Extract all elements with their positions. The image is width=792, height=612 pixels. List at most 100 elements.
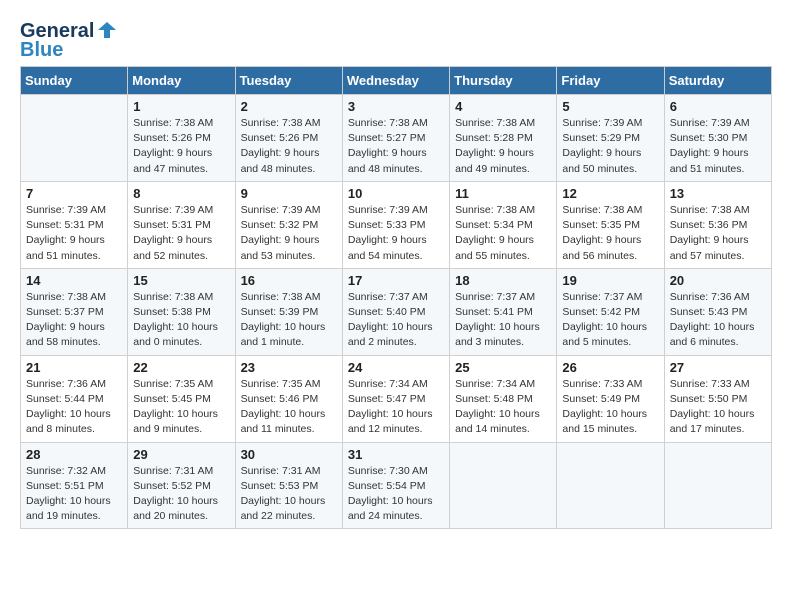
calendar-cell: 5Sunrise: 7:39 AMSunset: 5:29 PMDaylight… [557, 95, 664, 182]
calendar-cell: 29 Sunrise: 7:31 AMSunset: 5:52 PMDayligh… [128, 442, 235, 529]
calendar-cell: 16 Sunrise: 7:38 AMSunset: 5:39 PMDayligh… [235, 268, 342, 355]
week-row-4: 21 Sunrise: 7:36 AMSunset: 5:44 PMDayligh… [21, 355, 772, 442]
day-number: 26 [562, 360, 658, 375]
day-number: 3 [348, 99, 444, 114]
day-info: Sunrise: 7:33 AMSunset: 5:50 PMDaylight:… [670, 377, 766, 438]
day-info: Sunrise: 7:38 AMSunset: 5:34 PMDaylight:… [455, 203, 551, 264]
day-info: Sunrise: 7:37 AMSunset: 5:42 PMDaylight:… [562, 290, 658, 351]
calendar-cell: 23Sunrise: 7:35 AMSunset: 5:46 PMDayligh… [235, 355, 342, 442]
logo-general: General [20, 21, 94, 41]
calendar-cell: 9 Sunrise: 7:39 AMSunset: 5:32 PMDaylight… [235, 181, 342, 268]
calendar-cell: 10Sunrise: 7:39 AMSunset: 5:33 PMDayligh… [342, 181, 449, 268]
day-info: Sunrise: 7:39 AMSunset: 5:30 PMDaylight:… [670, 116, 766, 177]
day-number: 7 [26, 186, 122, 201]
day-number: 19 [562, 273, 658, 288]
day-info: Sunrise: 7:39 AMSunset: 5:29 PMDaylight:… [562, 116, 658, 177]
day-number: 2 [241, 99, 337, 114]
calendar-cell: 8 Sunrise: 7:39 AMSunset: 5:31 PMDaylight… [128, 181, 235, 268]
day-info: Sunrise: 7:38 AMSunset: 5:39 PMDaylight:… [241, 290, 337, 351]
day-number: 1 [133, 99, 229, 114]
calendar-cell [21, 95, 128, 182]
day-number: 15 [133, 273, 229, 288]
calendar-cell [664, 442, 771, 529]
days-of-week-header: SundayMondayTuesdayWednesdayThursdayFrid… [21, 67, 772, 95]
week-row-1: 1 Sunrise: 7:38 AMSunset: 5:26 PMDaylight… [21, 95, 772, 182]
calendar-cell: 25Sunrise: 7:34 AMSunset: 5:48 PMDayligh… [450, 355, 557, 442]
day-number: 28 [26, 447, 122, 462]
week-row-2: 7 Sunrise: 7:39 AMSunset: 5:31 PMDaylight… [21, 181, 772, 268]
day-number: 16 [241, 273, 337, 288]
day-number: 8 [133, 186, 229, 201]
day-number: 22 [133, 360, 229, 375]
day-number: 21 [26, 360, 122, 375]
week-row-3: 14Sunrise: 7:38 AMSunset: 5:37 PMDayligh… [21, 268, 772, 355]
calendar-cell: 24 Sunrise: 7:34 AMSunset: 5:47 PMDayligh… [342, 355, 449, 442]
day-number: 9 [241, 186, 337, 201]
calendar-cell: 15 Sunrise: 7:38 AMSunset: 5:38 PMDayligh… [128, 268, 235, 355]
dow-friday: Friday [557, 67, 664, 95]
day-number: 10 [348, 186, 444, 201]
calendar-table: SundayMondayTuesdayWednesdayThursdayFrid… [20, 66, 772, 529]
day-number: 13 [670, 186, 766, 201]
day-number: 20 [670, 273, 766, 288]
day-info: Sunrise: 7:38 AMSunset: 5:26 PMDaylight:… [133, 116, 229, 177]
calendar-cell: 21 Sunrise: 7:36 AMSunset: 5:44 PMDayligh… [21, 355, 128, 442]
calendar-cell: 14Sunrise: 7:38 AMSunset: 5:37 PMDayligh… [21, 268, 128, 355]
day-number: 11 [455, 186, 551, 201]
calendar-body: 1 Sunrise: 7:38 AMSunset: 5:26 PMDaylight… [21, 95, 772, 529]
day-info: Sunrise: 7:39 AMSunset: 5:31 PMDaylight:… [26, 203, 122, 264]
day-number: 18 [455, 273, 551, 288]
dow-wednesday: Wednesday [342, 67, 449, 95]
calendar-cell: 18Sunrise: 7:37 AMSunset: 5:41 PMDayligh… [450, 268, 557, 355]
calendar-cell: 22 Sunrise: 7:35 AMSunset: 5:45 PMDayligh… [128, 355, 235, 442]
day-number: 4 [455, 99, 551, 114]
logo: General Blue [20, 20, 118, 60]
day-info: Sunrise: 7:36 AMSunset: 5:43 PMDaylight:… [670, 290, 766, 351]
day-info: Sunrise: 7:36 AMSunset: 5:44 PMDaylight:… [26, 377, 122, 438]
calendar-cell: 26 Sunrise: 7:33 AMSunset: 5:49 PMDayligh… [557, 355, 664, 442]
calendar-cell: 11 Sunrise: 7:38 AMSunset: 5:34 PMDayligh… [450, 181, 557, 268]
day-info: Sunrise: 7:38 AMSunset: 5:28 PMDaylight:… [455, 116, 551, 177]
day-info: Sunrise: 7:39 AMSunset: 5:31 PMDaylight:… [133, 203, 229, 264]
dow-saturday: Saturday [664, 67, 771, 95]
dow-tuesday: Tuesday [235, 67, 342, 95]
calendar-cell: 28Sunrise: 7:32 AMSunset: 5:51 PMDayligh… [21, 442, 128, 529]
calendar-cell: 7 Sunrise: 7:39 AMSunset: 5:31 PMDaylight… [21, 181, 128, 268]
day-info: Sunrise: 7:38 AMSunset: 5:37 PMDaylight:… [26, 290, 122, 351]
day-number: 31 [348, 447, 444, 462]
day-info: Sunrise: 7:38 AMSunset: 5:35 PMDaylight:… [562, 203, 658, 264]
calendar-cell: 13 Sunrise: 7:38 AMSunset: 5:36 PMDayligh… [664, 181, 771, 268]
week-row-5: 28Sunrise: 7:32 AMSunset: 5:51 PMDayligh… [21, 442, 772, 529]
logo-blue: Blue [20, 40, 63, 60]
calendar-cell: 30 Sunrise: 7:31 AMSunset: 5:53 PMDayligh… [235, 442, 342, 529]
day-info: Sunrise: 7:34 AMSunset: 5:48 PMDaylight:… [455, 377, 551, 438]
day-info: Sunrise: 7:35 AMSunset: 5:45 PMDaylight:… [133, 377, 229, 438]
logo-bird-icon [96, 20, 118, 42]
day-info: Sunrise: 7:34 AMSunset: 5:47 PMDaylight:… [348, 377, 444, 438]
day-info: Sunrise: 7:31 AMSunset: 5:53 PMDaylight:… [241, 464, 337, 525]
day-info: Sunrise: 7:38 AMSunset: 5:27 PMDaylight:… [348, 116, 444, 177]
calendar-cell: 2 Sunrise: 7:38 AMSunset: 5:26 PMDaylight… [235, 95, 342, 182]
day-number: 24 [348, 360, 444, 375]
day-info: Sunrise: 7:37 AMSunset: 5:40 PMDaylight:… [348, 290, 444, 351]
day-number: 29 [133, 447, 229, 462]
day-info: Sunrise: 7:38 AMSunset: 5:38 PMDaylight:… [133, 290, 229, 351]
calendar-cell: 12 Sunrise: 7:38 AMSunset: 5:35 PMDayligh… [557, 181, 664, 268]
day-info: Sunrise: 7:33 AMSunset: 5:49 PMDaylight:… [562, 377, 658, 438]
day-number: 12 [562, 186, 658, 201]
day-info: Sunrise: 7:30 AMSunset: 5:54 PMDaylight:… [348, 464, 444, 525]
day-info: Sunrise: 7:38 AMSunset: 5:36 PMDaylight:… [670, 203, 766, 264]
calendar-cell [557, 442, 664, 529]
day-info: Sunrise: 7:31 AMSunset: 5:52 PMDaylight:… [133, 464, 229, 525]
day-info: Sunrise: 7:38 AMSunset: 5:26 PMDaylight:… [241, 116, 337, 177]
calendar-cell: 1 Sunrise: 7:38 AMSunset: 5:26 PMDaylight… [128, 95, 235, 182]
day-number: 30 [241, 447, 337, 462]
calendar-cell: 27 Sunrise: 7:33 AMSunset: 5:50 PMDayligh… [664, 355, 771, 442]
dow-sunday: Sunday [21, 67, 128, 95]
calendar-cell: 31 Sunrise: 7:30 AMSunset: 5:54 PMDayligh… [342, 442, 449, 529]
calendar-cell: 6Sunrise: 7:39 AMSunset: 5:30 PMDaylight… [664, 95, 771, 182]
day-number: 27 [670, 360, 766, 375]
day-number: 17 [348, 273, 444, 288]
day-info: Sunrise: 7:39 AMSunset: 5:32 PMDaylight:… [241, 203, 337, 264]
calendar-cell [450, 442, 557, 529]
